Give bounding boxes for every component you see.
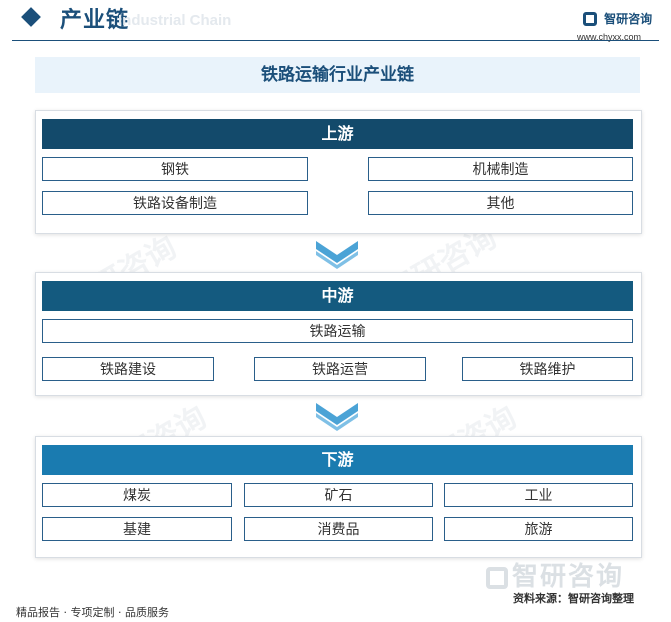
downstream-item: 煤炭: [42, 483, 232, 507]
section-subtitle: Industrial Chain: [118, 12, 232, 29]
midstream-item: 铁路维护: [462, 357, 633, 381]
upstream-item: 机械制造: [368, 157, 633, 181]
upstream-panel: 上游 钢铁 机械制造 铁路设备制造 其他: [35, 110, 642, 234]
logo-icon: [486, 566, 508, 589]
midstream-label: 中游: [42, 281, 633, 311]
upstream-item: 钢铁: [42, 157, 308, 181]
arrow-down-icon: [316, 403, 358, 431]
downstream-item: 工业: [444, 483, 633, 507]
chart-title: 铁路运输行业产业链: [35, 57, 640, 93]
brand-watermark: 智研咨询: [486, 556, 624, 593]
downstream-label: 下游: [42, 445, 633, 475]
logo-icon: [583, 11, 597, 26]
midstream-panel: 中游 铁路运输 铁路建设 铁路运营 铁路维护: [35, 272, 642, 396]
arrow-down-icon: [316, 241, 358, 269]
downstream-item: 旅游: [444, 517, 633, 541]
upstream-label: 上游: [42, 119, 633, 149]
upstream-item: 铁路设备制造: [42, 191, 308, 215]
downstream-panel: 下游 煤炭 矿石 工业 基建 消费品 旅游: [35, 436, 642, 558]
brand-logo: 智研咨询: [583, 8, 652, 27]
downstream-item: 基建: [42, 517, 232, 541]
header-divider: [12, 40, 659, 41]
section-header: 产业链 Industrial Chain 智研咨询 www.chyxx.com: [0, 0, 671, 44]
footer-slogan: 精品报告 · 专项定制 · 品质服务: [16, 606, 169, 619]
downstream-item: 消费品: [244, 517, 433, 541]
diamond-icon: [21, 7, 41, 27]
source-note: 资料来源：智研咨询整理: [513, 592, 634, 605]
midstream-item: 铁路运营: [254, 357, 426, 381]
brand-name: 智研咨询: [604, 12, 653, 26]
downstream-item: 矿石: [244, 483, 433, 507]
midstream-core: 铁路运输: [42, 319, 633, 343]
midstream-item: 铁路建设: [42, 357, 214, 381]
upstream-item: 其他: [368, 191, 633, 215]
